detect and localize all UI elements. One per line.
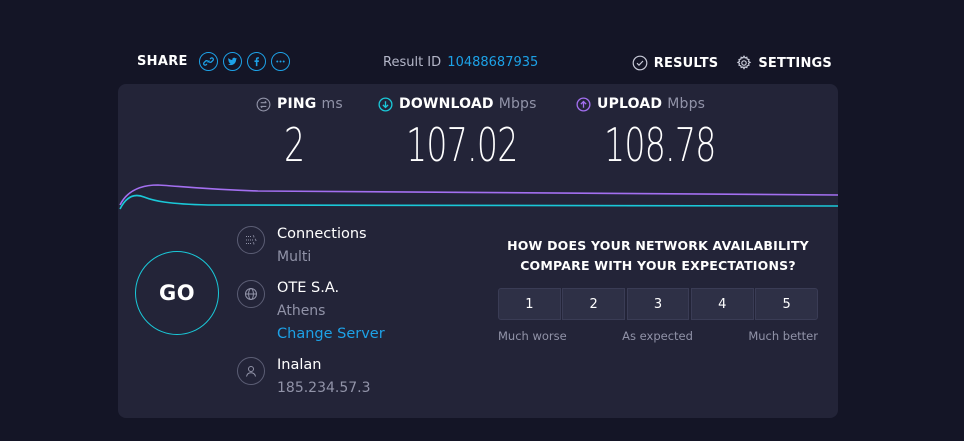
result-panel: PING ms 2 DOWNLOAD Mbps 107.02 UPLOAD Mb…: [118, 84, 838, 418]
download-icon: [378, 96, 393, 112]
result-id-label: Result ID: [383, 55, 442, 70]
download-label: DOWNLOAD: [399, 96, 494, 112]
rating-scale-labels: Much worse As expected Much better: [498, 329, 818, 343]
results-label: RESULTS: [653, 55, 719, 71]
survey-question-line-2: COMPARE WITH YOUR EXPECTATIONS?: [520, 258, 796, 273]
check-circle-icon: [632, 55, 648, 71]
server-row: OTE S.A. Athens Change Server: [237, 280, 385, 342]
ping-icon: [256, 97, 271, 111]
rating-button-4[interactable]: 4: [690, 288, 754, 320]
results-link[interactable]: RESULTS: [632, 55, 719, 71]
download-unit: Mbps: [498, 96, 537, 112]
go-button[interactable]: GO: [135, 251, 219, 335]
result-id-link[interactable]: 10488687935: [447, 55, 538, 70]
rating-low-label: Much worse: [498, 329, 567, 343]
share-label: SHARE: [137, 54, 188, 69]
provider-name: Inalan: [277, 357, 322, 373]
survey-question: HOW DOES YOUR NETWORK AVAILABILITY COMPA…: [498, 236, 818, 276]
link-icon: [202, 57, 214, 66]
speed-graph: [119, 184, 838, 210]
change-server-link[interactable]: Change Server: [277, 326, 385, 342]
share-more-button[interactable]: [270, 52, 290, 71]
upload-label: UPLOAD: [597, 96, 663, 112]
upload-value: 108.78: [604, 118, 716, 172]
connections-icon: [246, 235, 258, 245]
twitter-icon: [227, 57, 237, 66]
share-bar: SHARE: [137, 52, 290, 71]
download-value: 107.02: [406, 118, 518, 172]
upload-metric: UPLOAD Mbps 108.78: [576, 96, 759, 168]
user-icon-wrap: [237, 357, 265, 385]
ping-value: 2: [284, 118, 305, 172]
provider-row: Inalan 185.234.57.3: [237, 357, 371, 396]
rating-button-3[interactable]: 3: [626, 288, 690, 320]
top-nav: RESULTS SETTINGS: [614, 55, 832, 71]
share-facebook-button[interactable]: [246, 52, 266, 71]
ping-metric: PING ms 2: [256, 96, 343, 168]
download-metric: DOWNLOAD Mbps 107.02: [378, 96, 561, 168]
rating-button-5[interactable]: 5: [755, 288, 818, 320]
result-id: Result ID 10488687935: [383, 55, 538, 70]
ping-unit: ms: [321, 96, 343, 112]
rating-mid-label: As expected: [622, 329, 693, 343]
share-twitter-button[interactable]: [222, 52, 242, 71]
ping-label: PING: [277, 96, 317, 112]
more-icon: [275, 60, 285, 63]
ip-address: 185.234.57.3: [277, 380, 371, 396]
settings-link[interactable]: SETTINGS: [736, 55, 832, 71]
server-name: OTE S.A.: [277, 280, 340, 296]
connections-label: Connections: [277, 226, 367, 242]
settings-label: SETTINGS: [758, 55, 832, 71]
globe-icon: [245, 288, 257, 300]
user-icon: [246, 366, 256, 377]
rating-button-2[interactable]: 2: [562, 288, 626, 320]
top-bar: SHARE Result ID 10488687935 RESULTS SETT…: [0, 0, 964, 84]
rating-high-label: Much better: [748, 329, 818, 343]
availability-survey: HOW DOES YOUR NETWORK AVAILABILITY COMPA…: [498, 236, 818, 343]
share-link-button[interactable]: [198, 52, 218, 71]
facebook-icon: [254, 57, 259, 67]
connections-row: Connections Multi: [237, 226, 367, 265]
server-location: Athens: [277, 303, 326, 319]
globe-icon-wrap: [237, 280, 265, 308]
upload-icon: [576, 96, 591, 112]
upload-graph-line: [119, 184, 838, 206]
download-graph-line: [119, 194, 838, 210]
rating-button-1[interactable]: 1: [498, 288, 561, 320]
gear-icon: [737, 55, 752, 70]
upload-unit: Mbps: [667, 96, 706, 112]
connections-icon-wrap: [237, 226, 265, 254]
survey-question-line-1: HOW DOES YOUR NETWORK AVAILABILITY: [507, 238, 809, 253]
rating-scale: 1 2 3 4 5: [498, 288, 818, 320]
connections-value: Multi: [277, 249, 312, 265]
